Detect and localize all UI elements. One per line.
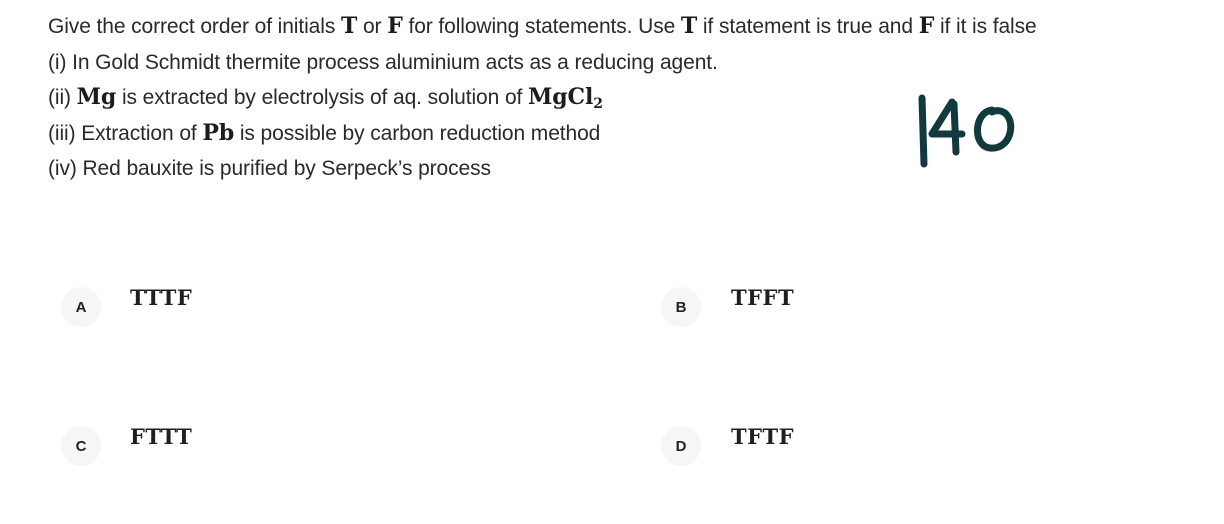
option-d-text[interactable]: TFTF: [731, 424, 794, 449]
statement-1: (i) In Gold Schmidt thermite process alu…: [48, 50, 718, 74]
instruction-text: if statement is true and: [697, 15, 919, 38]
formula-mgcl2: MgCl2: [528, 84, 603, 112]
symbol-f: F: [918, 13, 935, 39]
statement-text: (ii): [48, 86, 77, 109]
option-a-badge[interactable]: A: [61, 287, 101, 327]
option-b-text[interactable]: TFFT: [731, 285, 794, 310]
instruction-text: or: [357, 15, 388, 38]
option-d-badge[interactable]: D: [661, 426, 701, 466]
option-c-text[interactable]: FTTT: [130, 424, 192, 449]
option-a-text[interactable]: TTTF: [130, 285, 192, 310]
formula-pb: Pb: [202, 119, 235, 146]
question-instruction: Give the correct order of initials T or …: [48, 9, 1218, 45]
symbol-f: F: [387, 13, 403, 39]
statement-2: (ii) Mg is extracted by electrolysis of …: [48, 80, 1218, 116]
handwritten-note: [918, 94, 1015, 168]
option-c-badge[interactable]: C: [61, 426, 101, 466]
formula-base: MgCl: [528, 84, 594, 110]
symbol-t: T: [680, 13, 698, 39]
instruction-text: Give the correct order of initials: [48, 15, 341, 38]
statement-text: (iii) Extraction of: [48, 121, 203, 145]
statement-text: is possible by carbon reduction method: [234, 121, 601, 145]
statement-3: (iii) Extraction of Pb is possible by ca…: [48, 116, 1218, 152]
instruction-text: for following statements. Use: [402, 15, 681, 38]
option-b-badge[interactable]: B: [661, 287, 701, 327]
instruction-text: if it is false: [934, 15, 1037, 38]
statement-4: (iv) Red bauxite is purified by Serpeck’…: [48, 157, 491, 180]
question-text: Give the correct order of initials T or …: [48, 9, 1218, 187]
symbol-t: T: [340, 13, 358, 39]
statement-text: is extracted by electrolysis of aq. solu…: [116, 86, 529, 109]
formula-subscript: 2: [593, 96, 603, 112]
formula-mg: Mg: [76, 84, 117, 110]
